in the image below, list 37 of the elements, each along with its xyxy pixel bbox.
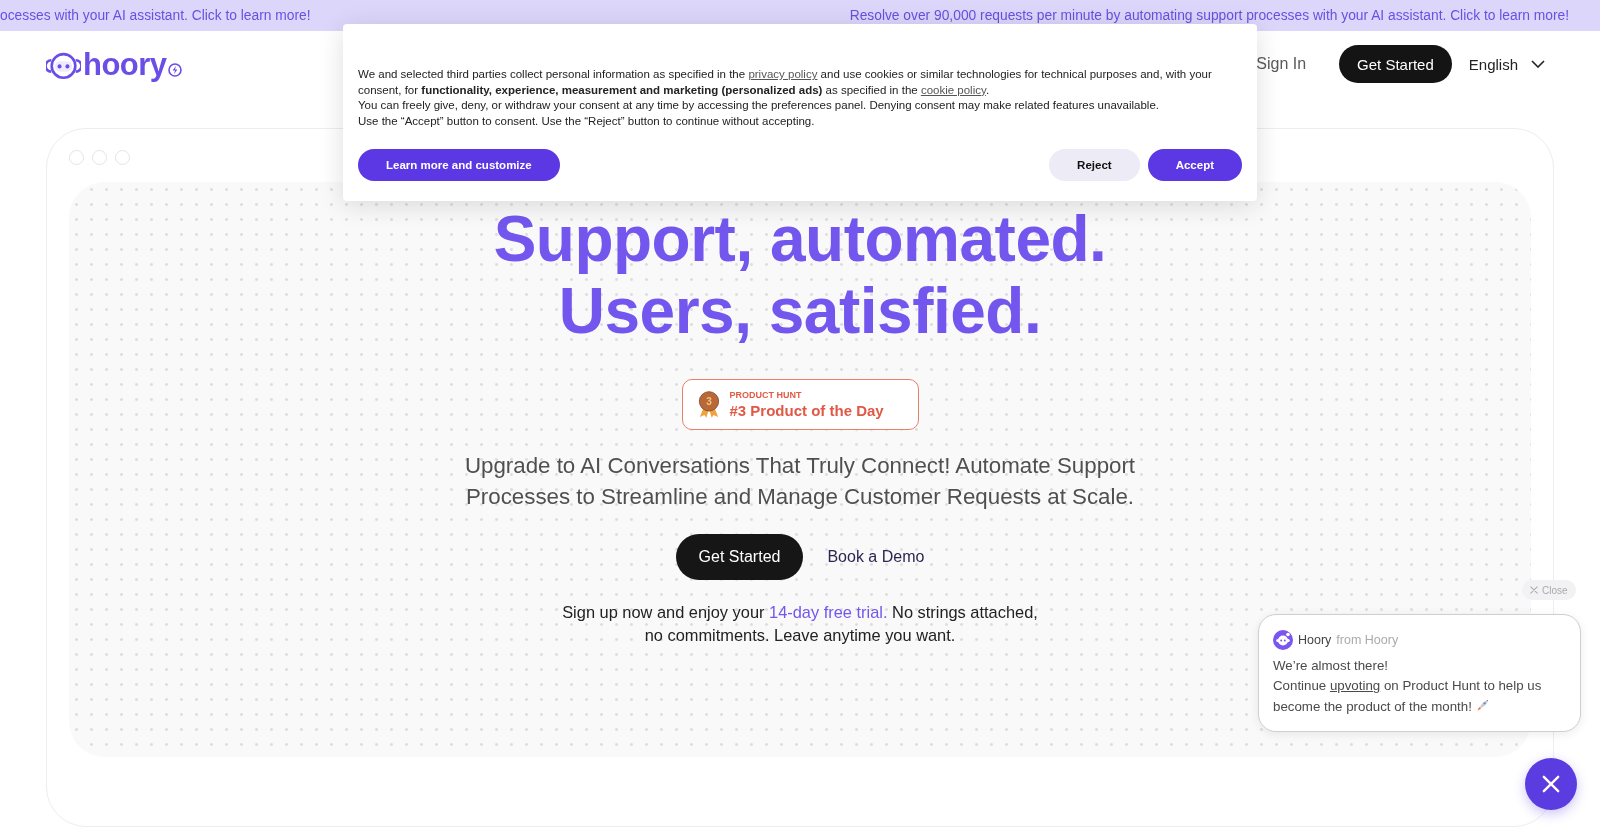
robot-face-icon [46, 50, 81, 80]
consent-text: We and selected third parties collect personal information as specified in the privacy policy and use cookies or similar technologies for technical purposes and, with your consent, for functionality, experience, measurement and marketing (personalized ads) as specified in the cookie policy. [358, 67, 1213, 98]
chevron-down-icon [1531, 60, 1545, 68]
consent-text: Use the “Accept” button to consent. Use the “Reject” button to continue without accepting. [358, 114, 816, 130]
lightning-bolt-icon [167, 62, 182, 77]
demo-link[interactable]: Book a Demo [827, 548, 925, 566]
headline: Support, automated. [493, 203, 1107, 275]
badge-eyebrow: PRODUCT HUNT [729, 390, 803, 400]
nav-button[interactable]: Get Started [1339, 45, 1452, 83]
consent-button[interactable]: Learn more and customize [358, 148, 560, 181]
announcement-text[interactable]: ocesses with your AI assistant. Click to learn more! [0, 8, 311, 23]
close-icon [1530, 586, 1538, 594]
sender-meta: from Hoory [1336, 633, 1399, 647]
robot-avatar-icon [1273, 630, 1293, 650]
upvote-link[interactable]: upvoting [1329, 678, 1381, 694]
consent-button[interactable]: Reject [1049, 148, 1140, 181]
consent-text: You can freely give, deny, or withdraw your consent at any time by accessing the preferences panel. Denying consent may make related features unavailable. [358, 98, 1160, 114]
trial-note: Sign up now and enjoy your 14-day free trial. No strings attached, no commitments. Leave anytime you want. [561, 602, 1039, 646]
hero-subtitle: Upgrade to AI Conversations That Truly Connect! Automate Support Processes to Streamline and Manage Customer Requests at Scale. [463, 452, 1137, 511]
rocket-icon [1475, 698, 1489, 712]
announcement-text[interactable]: Resolve over 90,000 requests per minute by automating support processes with your AI assistant. Click to learn more! [849, 8, 1569, 23]
chat-message: Continue upvoting on Product Hunt to help us become the product of the month! [1273, 677, 1543, 716]
close-icon [1542, 775, 1560, 793]
trial-link[interactable]: 14-day free trial. [769, 603, 888, 621]
cta-button[interactable]: Get Started [675, 534, 804, 580]
chat-launcher-button[interactable] [1525, 758, 1577, 810]
chat-message: We’re almost there! [1273, 657, 1390, 675]
sender-name: Hoory [1298, 633, 1332, 647]
headline: Users, satisfied. [558, 275, 1042, 347]
policy-link[interactable]: privacy policy [748, 68, 818, 80]
language-dropdown[interactable]: English [1468, 55, 1545, 73]
badge-title: #3 Product of the Day [729, 402, 884, 419]
policy-link[interactable]: cookie policy [920, 83, 986, 96]
product-hunt-badge[interactable]: 3 PRODUCT HUNT #3 Product of the Day [681, 379, 919, 430]
logo-wordmark[interactable]: hoory [83, 48, 167, 80]
consent-button[interactable]: Accept [1147, 148, 1242, 181]
sign-in-link[interactable]: Sign In [1256, 55, 1307, 73]
